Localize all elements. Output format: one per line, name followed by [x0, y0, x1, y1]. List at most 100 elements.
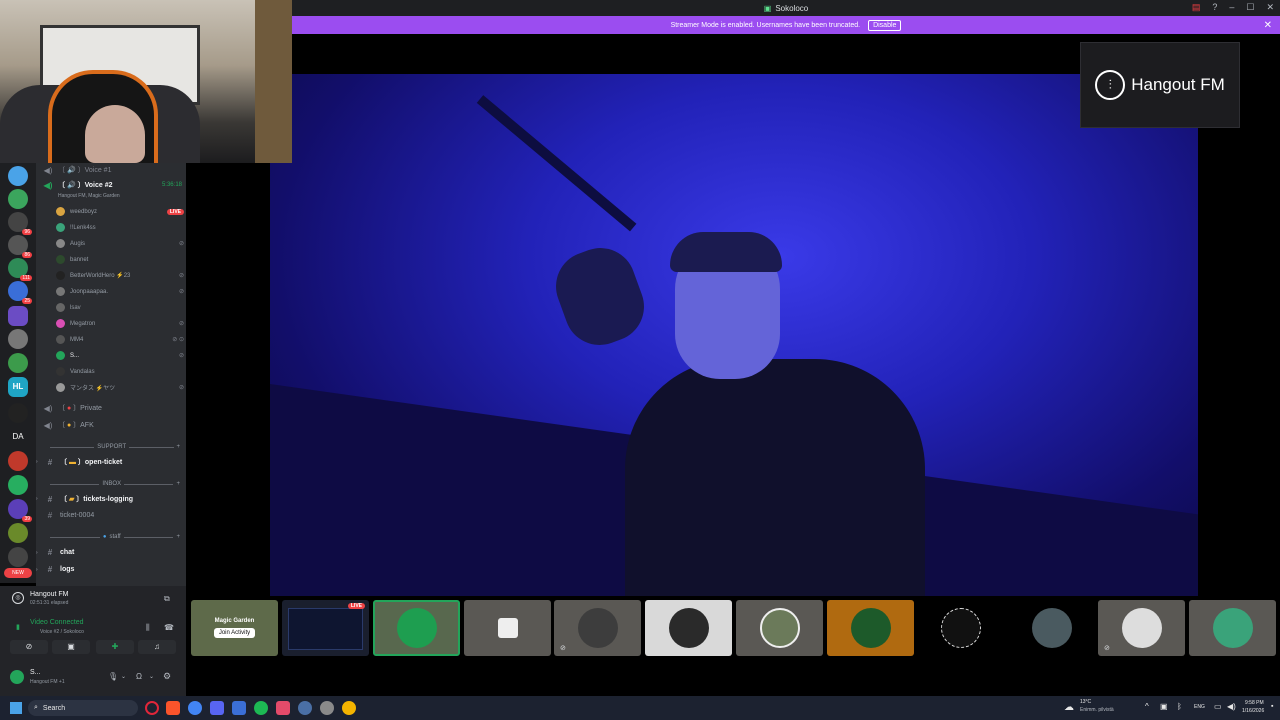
text-channel-tickets-logging[interactable]: › # 〔 ▰ 〕 tickets-logging — [36, 494, 186, 504]
server-icon[interactable]: 86 — [8, 235, 32, 258]
activity-tile-magic-garden[interactable]: Magic Garden Join Activity — [191, 600, 278, 656]
voice-channel-1[interactable]: ◀) 〔 🔊 〕 Voice #1 — [42, 165, 186, 175]
chrome-app-icon[interactable] — [342, 701, 356, 715]
help-icon[interactable]: ? — [1212, 2, 1217, 13]
chevron-down-icon[interactable]: ⌄ — [149, 673, 154, 680]
text-channel-chat[interactable]: › # chat — [36, 548, 186, 557]
windows-start-icon[interactable] — [10, 702, 22, 714]
screen-share-button[interactable]: ▣ — [52, 640, 90, 654]
participant-tile[interactable] — [917, 600, 1004, 656]
category-inbox[interactable]: INBOX + — [50, 481, 180, 487]
disable-streamer-mode-button[interactable]: Disable — [868, 19, 902, 31]
server-icon[interactable] — [8, 353, 28, 373]
stream-tile-live[interactable]: LIVE — [282, 600, 369, 656]
voice-member[interactable]: !!Lenk4ss — [56, 223, 184, 232]
voice-channel-2[interactable]: ◀) 〔 🔊 〕 Voice #2 5:36:18 — [42, 180, 186, 190]
camera-off-button[interactable]: ⊘ — [10, 640, 48, 654]
voice-member[interactable]: bannet — [56, 255, 184, 264]
participant-tile[interactable] — [464, 600, 551, 656]
participant-tile[interactable] — [645, 600, 732, 656]
server-icon[interactable] — [8, 166, 28, 186]
participant-tile[interactable] — [373, 600, 460, 656]
voice-member[interactable]: BetterWorldHero ⚡23 ⊘ — [56, 271, 184, 280]
category-support[interactable]: SUPPORT + — [50, 444, 180, 450]
participant-tile[interactable]: ⊘ — [554, 600, 641, 656]
microphone-icon[interactable]: 🎙 — [108, 672, 118, 681]
voice-member[interactable]: Megatron ⊘ — [56, 319, 184, 328]
voice-member[interactable]: MM4 ⊘ ⊙ — [56, 335, 184, 344]
clock-time[interactable]: 9:58 PM — [1245, 700, 1264, 706]
chrome-app-icon[interactable] — [188, 701, 202, 715]
network-icon[interactable]: ▭ — [1214, 702, 1222, 711]
streamer-mode-message: Streamer Mode is enabled. Usernames have… — [670, 21, 861, 29]
headphones-icon[interactable]: Ω — [136, 672, 142, 681]
soundboard-button[interactable]: ♫ — [138, 640, 176, 654]
language-indicator[interactable]: ENG — [1194, 704, 1205, 710]
voice-channel-private[interactable]: ◀) 〔 ● 〕 Private — [42, 403, 186, 413]
participant-tile[interactable] — [736, 600, 823, 656]
channel-list: ◀) 〔 🔊 〕 Voice #1 ◀) 〔 🔊 〕 Voice #2 5:36:1… — [36, 163, 186, 586]
server-icon[interactable]: 96 — [8, 212, 32, 235]
bluetooth-icon[interactable]: ᛒ — [1177, 702, 1182, 711]
join-activity-button[interactable]: Join Activity — [213, 628, 256, 638]
participant-tile[interactable] — [1189, 600, 1276, 656]
spotify-app-icon[interactable] — [254, 701, 268, 715]
voice-member[interactable]: lsav — [56, 303, 184, 312]
disconnect-icon[interactable]: ☎ — [164, 623, 174, 632]
brave-app-icon[interactable] — [166, 701, 180, 715]
voice-member[interactable]: マンタス ⚡ヤツ ⊘ — [56, 383, 184, 392]
logo-text: Hangout FM — [1131, 75, 1225, 94]
close-banner-icon[interactable]: ✕ — [1264, 20, 1272, 31]
server-icon[interactable] — [8, 547, 28, 567]
text-channel-logs[interactable]: › # logs — [36, 565, 186, 574]
server-icon[interactable] — [8, 451, 28, 471]
minimize-button[interactable]: – — [1229, 2, 1234, 13]
voice-member[interactable]: Augis ⊘ — [56, 239, 184, 248]
server-icon[interactable]: 39 — [8, 499, 32, 522]
maximize-button[interactable]: ☐ — [1246, 2, 1254, 13]
tray-app-icon[interactable]: ▣ — [1160, 702, 1168, 711]
discord-app-icon[interactable] — [210, 701, 224, 715]
close-window-button[interactable]: ✕ — [1266, 2, 1274, 13]
popout-icon[interactable]: ⧉ — [164, 594, 170, 604]
voice-member[interactable]: weedboyz LIVE — [56, 207, 184, 216]
app-icon[interactable] — [276, 701, 290, 715]
stream-video[interactable] — [270, 74, 1198, 596]
server-icon[interactable] — [8, 189, 28, 209]
activities-button[interactable]: ✚ — [96, 640, 134, 654]
text-channel-open-ticket[interactable]: › # 〔 ▬ 〕 open-ticket — [36, 457, 186, 467]
participant-tile[interactable] — [827, 600, 914, 656]
settings-gear-icon[interactable]: ⚙ — [163, 671, 171, 682]
app-icon[interactable] — [320, 701, 334, 715]
server-icon[interactable] — [8, 475, 28, 495]
participant-tile[interactable]: ⊘ — [1098, 600, 1185, 656]
tray-chevron-icon[interactable]: ^ — [1145, 702, 1149, 711]
voice-member[interactable]: Joonpaaapaa. ⊘ — [56, 287, 184, 296]
server-icon[interactable]: 111 — [8, 258, 32, 281]
voice-member[interactable]: Vandalas — [56, 367, 184, 376]
avatar[interactable] — [10, 670, 24, 684]
stream-person-body — [625, 359, 925, 596]
category-staff[interactable]: ● staff + — [50, 534, 180, 540]
participant-tile[interactable] — [1008, 600, 1095, 656]
server-icon[interactable] — [8, 403, 28, 423]
server-icon[interactable]: HL — [8, 377, 28, 397]
server-icon[interactable] — [8, 306, 28, 326]
opera-app-icon[interactable] — [145, 701, 159, 715]
server-icon[interactable] — [8, 329, 28, 349]
taskbar-search[interactable]: ⌕ Search — [28, 700, 138, 716]
voice-member[interactable]: S... ⊘ — [56, 351, 184, 360]
clock-date[interactable]: 1/16/2026 — [1242, 708, 1264, 714]
settings-app-icon[interactable] — [298, 701, 312, 715]
noise-suppression-icon[interactable]: ⫼ — [146, 623, 150, 633]
chevron-down-icon[interactable]: ⌄ — [121, 673, 126, 680]
text-channel-ticket-0004[interactable]: # ticket-0004 — [44, 511, 186, 520]
server-icon[interactable]: 25 — [8, 281, 32, 304]
notification-icon[interactable]: ▪ — [1271, 703, 1273, 710]
app-icon[interactable] — [232, 701, 246, 715]
voice-channel-afk[interactable]: ◀) 〔 ● 〕 AFK — [42, 420, 186, 430]
server-icon[interactable] — [8, 523, 28, 543]
volume-icon[interactable]: ◀) — [1227, 702, 1236, 711]
server-icon[interactable]: DA — [8, 427, 28, 447]
inbox-icon[interactable]: ▤ — [1192, 2, 1201, 13]
